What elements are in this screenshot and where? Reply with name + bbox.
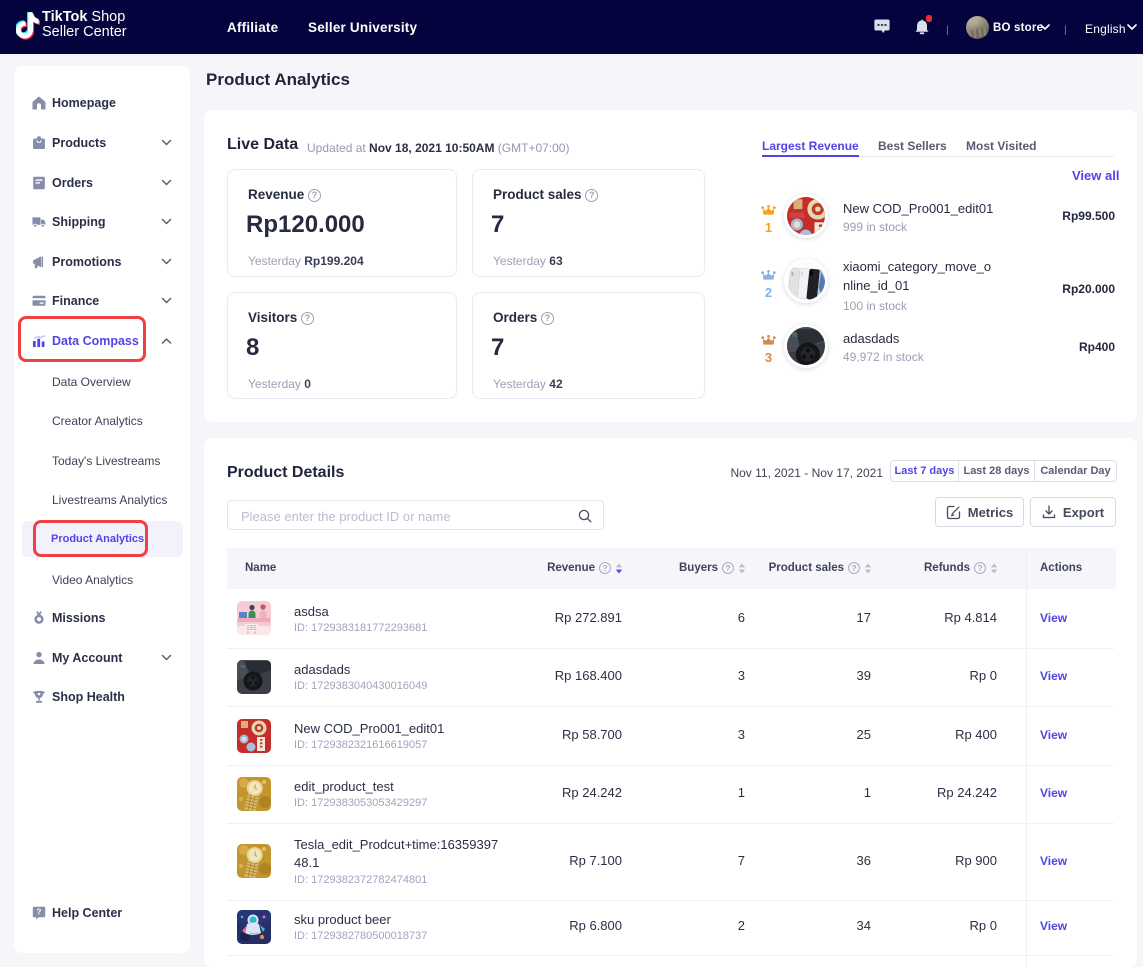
svg-text:?: ? — [37, 908, 42, 917]
svg-text:70: 70 — [240, 664, 246, 669]
svg-text:70: 70 — [791, 333, 797, 339]
